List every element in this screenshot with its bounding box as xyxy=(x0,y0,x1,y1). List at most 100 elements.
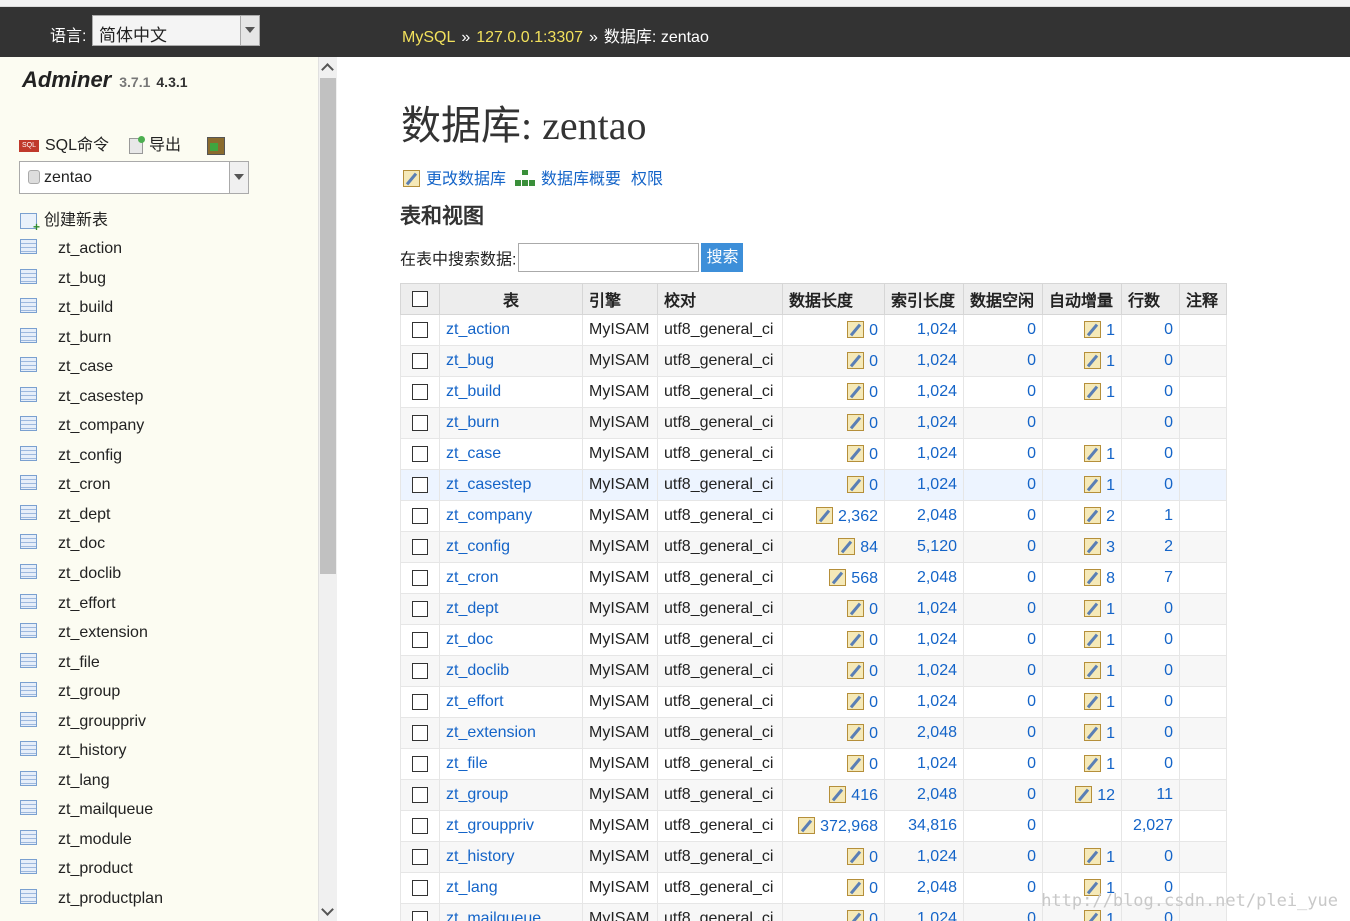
index-length-cell[interactable]: 5,120 xyxy=(884,531,964,563)
sidebar-table-link[interactable]: zt_module xyxy=(58,831,132,848)
database-schema-link[interactable]: 数据库概要 xyxy=(541,171,621,188)
create-table-link[interactable]: 创建新表 xyxy=(20,206,108,234)
table-name-link[interactable]: zt_grouppriv xyxy=(446,817,534,834)
table-name-link[interactable]: zt_burn xyxy=(446,414,499,431)
rows-cell[interactable]: 2,027 xyxy=(1121,810,1180,842)
data-free-cell[interactable]: 0 xyxy=(963,748,1043,780)
data-free-cell[interactable]: 0 xyxy=(963,407,1043,439)
row-checkbox[interactable] xyxy=(412,755,428,772)
auto-increment-link[interactable]: 1 xyxy=(1106,632,1115,649)
data-length-link[interactable]: 0 xyxy=(869,322,878,339)
rows-cell[interactable]: 0 xyxy=(1121,407,1180,439)
index-length-cell[interactable]: 2,048 xyxy=(884,779,964,811)
column-header-table[interactable]: 表 xyxy=(439,283,583,315)
sidebar-table-link[interactable]: zt_action xyxy=(58,240,122,257)
table-name-link[interactable]: zt_config xyxy=(446,538,510,555)
data-length-link[interactable]: 84 xyxy=(860,539,878,556)
table-icon[interactable] xyxy=(20,859,37,875)
table-icon[interactable] xyxy=(20,741,37,757)
auto-increment-link[interactable]: 1 xyxy=(1106,849,1115,866)
collation-cell[interactable]: utf8_general_ci xyxy=(657,562,783,594)
index-length-cell[interactable]: 1,024 xyxy=(884,376,964,408)
data-length-link[interactable]: 0 xyxy=(869,384,878,401)
rows-cell[interactable]: 0 xyxy=(1121,345,1180,377)
table-icon[interactable] xyxy=(20,239,37,254)
data-length-link[interactable]: 0 xyxy=(869,725,878,742)
table-icon[interactable] xyxy=(20,268,37,284)
rows-cell[interactable]: 0 xyxy=(1121,717,1180,749)
collation-cell[interactable]: utf8_general_ci xyxy=(657,314,783,346)
auto-increment-link[interactable]: 1 xyxy=(1106,384,1115,401)
data-length-link[interactable]: 416 xyxy=(851,787,878,804)
table-name-link[interactable]: zt_bug xyxy=(446,352,494,369)
sidebar-table-link[interactable]: zt_build xyxy=(58,299,113,316)
auto-increment-link[interactable]: 1 xyxy=(1106,353,1115,370)
sidebar-table-link[interactable]: zt_file xyxy=(58,654,100,671)
row-checkbox[interactable] xyxy=(412,693,428,710)
column-header-auto-increment[interactable]: 自动增量 xyxy=(1042,283,1122,315)
privileges-link[interactable]: 权限 xyxy=(631,171,663,188)
row-checkbox[interactable] xyxy=(412,662,428,679)
sidebar-table-link[interactable]: zt_lang xyxy=(58,772,110,789)
collation-cell[interactable]: utf8_general_ci xyxy=(657,810,783,842)
collation-cell[interactable]: utf8_general_ci xyxy=(657,872,783,904)
table-icon[interactable] xyxy=(20,298,37,314)
collation-cell[interactable]: utf8_general_ci xyxy=(657,717,783,749)
data-free-cell[interactable]: 0 xyxy=(963,345,1043,377)
table-icon[interactable] xyxy=(20,682,37,698)
auto-increment-link[interactable]: 1 xyxy=(1106,756,1115,773)
index-length-cell[interactable]: 34,816 xyxy=(884,810,964,842)
table-icon[interactable] xyxy=(20,504,37,520)
data-length-link[interactable]: 0 xyxy=(869,663,878,680)
column-header-comment[interactable]: 注释 xyxy=(1179,283,1227,315)
collation-cell[interactable]: utf8_general_ci xyxy=(657,624,783,656)
collation-cell[interactable]: utf8_general_ci xyxy=(657,655,783,687)
data-free-cell[interactable]: 0 xyxy=(963,717,1043,749)
auto-increment-link[interactable]: 1 xyxy=(1106,911,1115,921)
row-checkbox[interactable] xyxy=(412,879,428,896)
sidebar-table-link[interactable]: zt_extension xyxy=(58,624,148,641)
table-icon[interactable] xyxy=(20,357,37,373)
index-length-cell[interactable]: 2,048 xyxy=(884,500,964,532)
index-length-cell[interactable]: 1,024 xyxy=(884,903,964,921)
data-length-link[interactable]: 0 xyxy=(869,353,878,370)
table-icon[interactable] xyxy=(20,564,37,580)
collation-cell[interactable]: utf8_general_ci xyxy=(657,345,783,377)
data-free-cell[interactable]: 0 xyxy=(963,779,1043,811)
column-header-data-free[interactable]: 数据空闲 xyxy=(963,283,1043,315)
table-name-link[interactable]: zt_doclib xyxy=(446,662,509,679)
index-length-cell[interactable]: 1,024 xyxy=(884,624,964,656)
row-checkbox[interactable] xyxy=(412,321,428,338)
sidebar-table-link[interactable]: zt_cron xyxy=(58,476,110,493)
data-length-link[interactable]: 0 xyxy=(869,880,878,897)
rows-cell[interactable]: 0 xyxy=(1121,686,1180,718)
table-icon[interactable] xyxy=(20,770,37,786)
table-name-link[interactable]: zt_build xyxy=(446,383,501,400)
language-select[interactable]: 简体中文 xyxy=(92,15,260,46)
data-length-link[interactable]: 568 xyxy=(851,570,878,587)
collation-cell[interactable]: utf8_general_ci xyxy=(657,376,783,408)
sidebar-table-link[interactable]: zt_productplan xyxy=(58,890,163,907)
auto-increment-link[interactable]: 1 xyxy=(1106,322,1115,339)
table-name-link[interactable]: zt_effort xyxy=(446,693,504,710)
table-name-link[interactable]: zt_extension xyxy=(446,724,536,741)
rows-cell[interactable]: 7 xyxy=(1121,562,1180,594)
data-free-cell[interactable]: 0 xyxy=(963,531,1043,563)
data-free-cell[interactable]: 0 xyxy=(963,872,1043,904)
collation-cell[interactable]: utf8_general_ci xyxy=(657,686,783,718)
rows-cell[interactable]: 0 xyxy=(1121,624,1180,656)
rows-cell[interactable]: 0 xyxy=(1121,438,1180,470)
data-free-cell[interactable]: 0 xyxy=(963,469,1043,501)
sidebar-table-link[interactable]: zt_dept xyxy=(58,506,110,523)
sidebar-table-link[interactable]: zt_grouppriv xyxy=(58,713,146,730)
row-checkbox[interactable] xyxy=(412,507,428,524)
auto-increment-link[interactable]: 1 xyxy=(1106,725,1115,742)
index-length-cell[interactable]: 1,024 xyxy=(884,748,964,780)
data-free-cell[interactable]: 0 xyxy=(963,562,1043,594)
rows-cell[interactable]: 0 xyxy=(1121,841,1180,873)
sidebar-table-link[interactable]: zt_history xyxy=(58,742,126,759)
column-header-collation[interactable]: 校对 xyxy=(657,283,783,315)
rows-cell[interactable]: 0 xyxy=(1121,655,1180,687)
table-icon[interactable] xyxy=(20,652,37,668)
index-length-cell[interactable]: 1,024 xyxy=(884,686,964,718)
